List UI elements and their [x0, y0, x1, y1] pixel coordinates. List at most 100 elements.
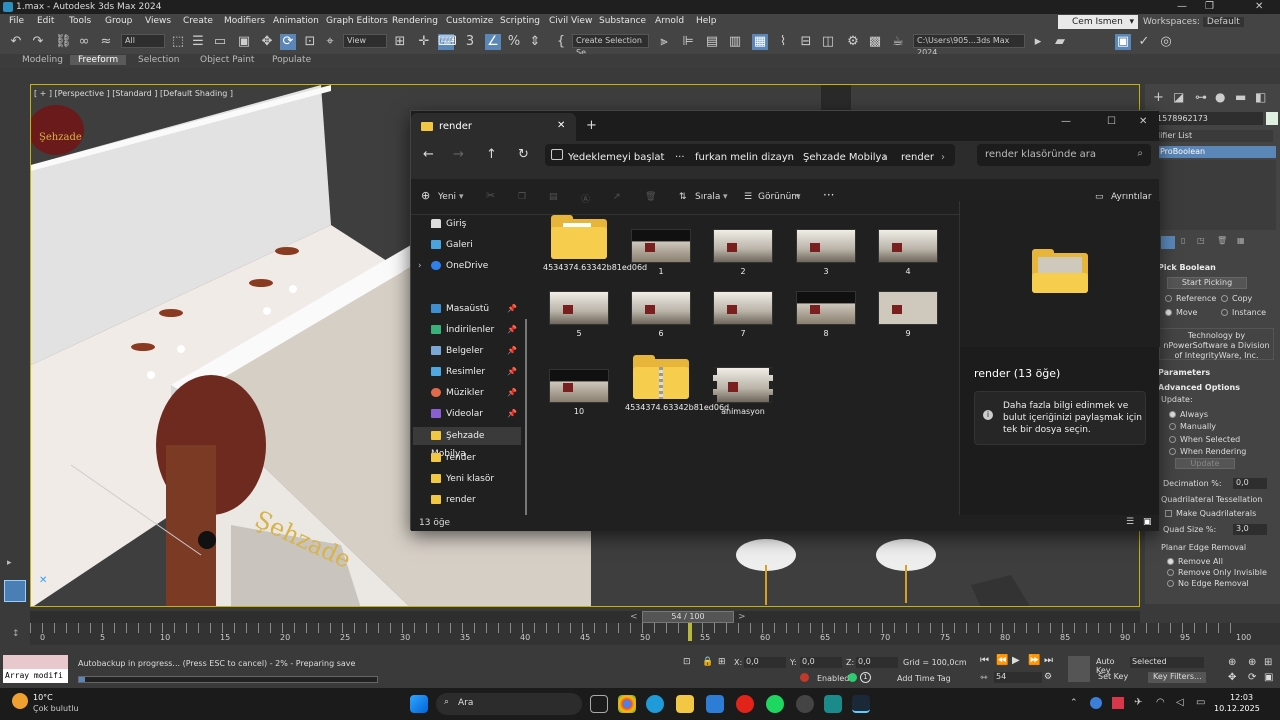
- edit-named-selection-icon[interactable]: {: [553, 34, 569, 50]
- explorer-tab-render[interactable]: render ✕: [411, 113, 576, 141]
- close-window-icon[interactable]: ✕: [1139, 116, 1147, 127]
- key-set-dropdown[interactable]: Selected: [1130, 657, 1204, 668]
- viewport-layout-icon[interactable]: [4, 580, 26, 602]
- bind-spacewarp-icon[interactable]: ≈: [98, 34, 114, 50]
- scale-icon[interactable]: ⊡: [302, 34, 318, 50]
- spotify-icon[interactable]: [766, 695, 784, 713]
- placement-icon[interactable]: ⌖: [322, 34, 338, 50]
- angle-snap-icon[interactable]: ∠: [485, 34, 501, 50]
- layer-explorer-icon[interactable]: ▥: [727, 34, 743, 50]
- clock-date[interactable]: 10.12.2025: [1214, 704, 1260, 713]
- time-slider[interactable]: < 54 / 100 >: [30, 611, 1140, 623]
- open-mini-curve-editor-icon[interactable]: ↕: [12, 629, 20, 639]
- menu-group[interactable]: Group: [105, 16, 132, 26]
- sidebar-item-render[interactable]: render: [431, 449, 521, 467]
- planar-no-edge-removal[interactable]: No Edge Removal: [1167, 579, 1249, 588]
- menu-create[interactable]: Create: [183, 16, 213, 26]
- viewport-label[interactable]: [ + ] [Perspective ] [Standard ] [Defaul…: [34, 89, 233, 98]
- quad-size-spinner[interactable]: 3,0: [1233, 524, 1267, 535]
- weather-icon[interactable]: [12, 693, 28, 709]
- update-when-selected[interactable]: When Selected: [1169, 435, 1240, 444]
- hierarchy-tab-icon[interactable]: ⊶: [1195, 90, 1207, 104]
- configure-sets-icon[interactable]: ▦: [1237, 236, 1245, 245]
- 3dsmax-icon[interactable]: [824, 695, 842, 713]
- refresh-icon[interactable]: ↻: [518, 147, 529, 162]
- menu-tools[interactable]: Tools: [69, 16, 91, 26]
- cut-icon[interactable]: ✂: [486, 189, 495, 202]
- file-item-6[interactable]: 6: [625, 291, 697, 339]
- track-bar[interactable]: ↕ 0 5 10 15 20 25 30 35 40 45 50 55 60 6…: [12, 623, 1280, 645]
- modify-tab-icon[interactable]: ◪: [1173, 90, 1184, 104]
- wifi-icon[interactable]: ◠: [1156, 697, 1165, 708]
- share-icon[interactable]: ↗: [613, 192, 621, 202]
- check-icon[interactable]: ✓: [1136, 34, 1152, 50]
- menu-rendering[interactable]: Rendering: [392, 16, 438, 26]
- key-filters-button[interactable]: Key Filters...: [1148, 672, 1206, 683]
- move-icon[interactable]: ✥: [259, 34, 275, 50]
- restore-icon[interactable]: ❐: [1205, 1, 1214, 12]
- sidebar-item-videos[interactable]: Videolar 📌: [431, 405, 521, 423]
- sidebar-item-sehzade[interactable]: Şehzade Mobilya: [413, 427, 521, 459]
- project-folder-icon[interactable]: ▸: [1030, 34, 1046, 50]
- isolate-icon[interactable]: ⊡: [683, 657, 691, 667]
- ribbon-toggle-icon[interactable]: ▦: [752, 34, 768, 50]
- radio-reference[interactable]: Reference: [1165, 294, 1216, 303]
- menu-modifiers[interactable]: Modifiers: [224, 16, 265, 26]
- menu-edit[interactable]: Edit: [37, 16, 54, 26]
- sidebar-scrollbar[interactable]: [525, 319, 527, 515]
- taskbar-search[interactable]: ⌕ Ara: [436, 693, 582, 715]
- pin-icon[interactable]: 📌: [507, 300, 517, 318]
- minimize-icon[interactable]: —: [1177, 1, 1187, 12]
- breadcrumb-furkan[interactable]: furkan melin dizayn: [695, 152, 794, 163]
- more-options-icon[interactable]: ···: [823, 188, 834, 202]
- unlink-icon[interactable]: ∞: [76, 34, 92, 50]
- absolute-mode-icon[interactable]: ⊞: [718, 657, 726, 667]
- add-time-tag[interactable]: Add Time Tag: [897, 674, 951, 683]
- rotate-icon[interactable]: ⟳: [280, 34, 296, 50]
- weather-temp[interactable]: 10°C: [33, 693, 53, 702]
- radio-copy[interactable]: Copy: [1221, 294, 1252, 303]
- file-item-5[interactable]: 5: [543, 291, 615, 339]
- modifier-list-dropdown[interactable]: difier List: [1155, 130, 1273, 142]
- rect-selection-icon[interactable]: ▭: [212, 34, 228, 50]
- close-tab-icon[interactable]: ✕: [557, 120, 565, 131]
- new-tab-icon[interactable]: +: [586, 118, 597, 133]
- named-selection-dropdown[interactable]: Create Selection Se: [572, 34, 649, 57]
- tray-chevron-icon[interactable]: ⌃: [1070, 698, 1078, 708]
- create-tab-icon[interactable]: +: [1153, 90, 1164, 105]
- file-item-animasyon[interactable]: animasyon: [707, 367, 779, 417]
- ribbon-tab-modeling[interactable]: Modeling: [22, 55, 63, 65]
- x-coordinate-field[interactable]: 0,0: [744, 657, 786, 668]
- pin-icon[interactable]: 📌: [507, 405, 517, 423]
- copy-icon[interactable]: ❐: [518, 192, 526, 202]
- time-tag-icon[interactable]: 1: [860, 672, 871, 683]
- edge-icon[interactable]: [646, 695, 664, 713]
- spinner-snap-icon[interactable]: ⇕: [527, 34, 543, 50]
- windows-start-icon[interactable]: [410, 695, 428, 713]
- file-explorer-icon[interactable]: [676, 695, 694, 713]
- key-mode-icon[interactable]: ⇿: [980, 673, 988, 683]
- orbit-icon[interactable]: ⟳: [1248, 672, 1256, 683]
- mail-icon[interactable]: [706, 695, 724, 713]
- ribbon-tab-populate[interactable]: Populate: [272, 55, 311, 65]
- play-icon[interactable]: ▶: [1012, 655, 1020, 666]
- back-icon[interactable]: ←: [423, 147, 434, 162]
- pin-stack-icon[interactable]: [1161, 236, 1175, 249]
- close-icon[interactable]: ✕: [1255, 1, 1263, 12]
- pin-icon[interactable]: 📌: [507, 321, 517, 339]
- current-frame-field[interactable]: 54: [994, 672, 1042, 683]
- breadcrumb-more-icon[interactable]: ···: [675, 152, 685, 163]
- display-tab-icon[interactable]: ▬: [1235, 90, 1246, 104]
- sidebar-item-render-2[interactable]: render: [431, 491, 521, 509]
- new-button[interactable]: Yeni: [438, 192, 456, 202]
- sidebar-item-home[interactable]: Giriş: [431, 215, 521, 233]
- ribbon-tab-selection[interactable]: Selection: [138, 55, 179, 65]
- field-of-view-icon[interactable]: ✥: [1228, 672, 1236, 683]
- snaps-toggle-icon[interactable]: 3: [462, 34, 478, 50]
- explorer-search-input[interactable]: render klasöründe ara ⌕: [977, 144, 1151, 166]
- menu-scripting[interactable]: Scripting: [500, 16, 540, 26]
- go-to-end-icon[interactable]: ⏭: [1044, 655, 1053, 666]
- file-item-10[interactable]: 10: [543, 369, 615, 417]
- sidebar-item-gallery[interactable]: Galeri: [431, 236, 521, 254]
- radio-instance[interactable]: Instance: [1221, 308, 1266, 317]
